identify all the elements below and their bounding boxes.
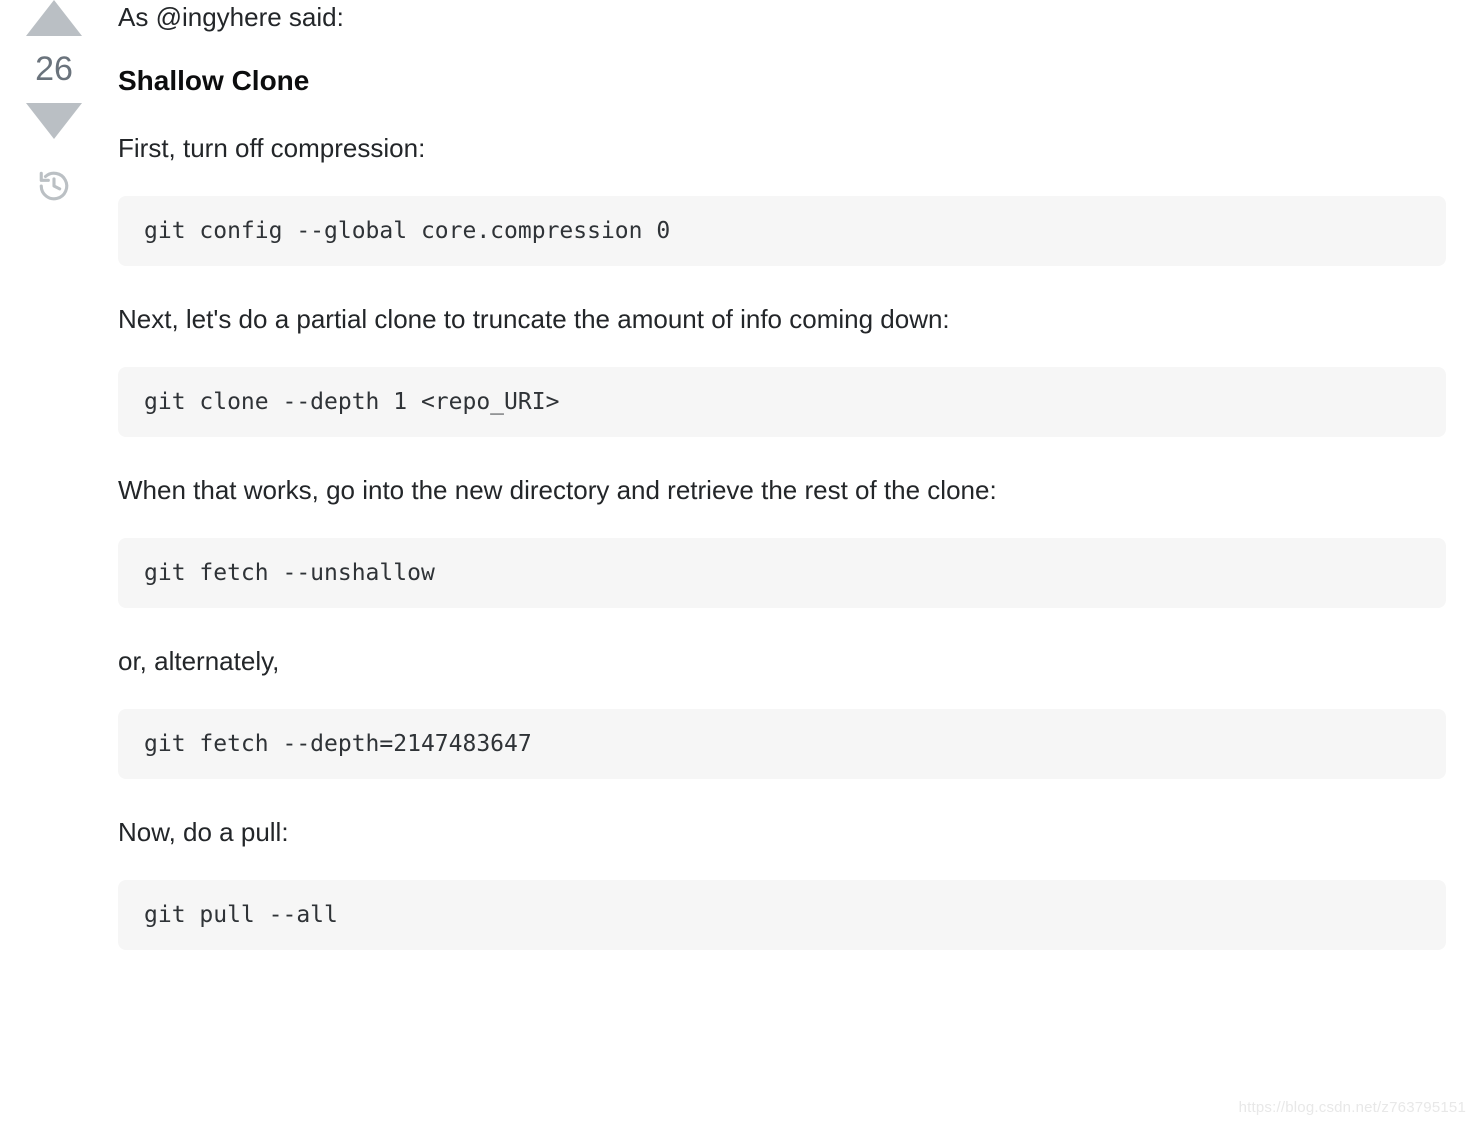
- para-retrieve-rest: When that works, go into the new directo…: [118, 471, 1446, 510]
- code-compression: git config --global core.compression 0: [144, 218, 670, 244]
- downvote-icon[interactable]: [26, 103, 82, 139]
- code-fetch-depth: git fetch --depth=2147483647: [144, 731, 532, 757]
- history-icon[interactable]: [37, 169, 71, 208]
- code-clone-depth: git clone --depth 1 <repo_URI>: [144, 389, 559, 415]
- code-block: git fetch --unshallow: [118, 538, 1446, 608]
- para-pull: Now, do a pull:: [118, 813, 1446, 852]
- watermark-text: https://blog.csdn.net/z763795151: [1239, 1099, 1466, 1116]
- code-block: git fetch --depth=2147483647: [118, 709, 1446, 779]
- code-unshallow: git fetch --unshallow: [144, 560, 435, 586]
- answer-body: As @ingyhere said: Shallow Clone First, …: [98, 0, 1446, 984]
- code-block: git pull --all: [118, 880, 1446, 950]
- intro-text: As @ingyhere said:: [118, 0, 1446, 37]
- code-block: git clone --depth 1 <repo_URI>: [118, 367, 1446, 437]
- para-alternately: or, alternately,: [118, 642, 1446, 681]
- section-heading: Shallow Clone: [118, 65, 1446, 97]
- code-block: git config --global core.compression 0: [118, 196, 1446, 266]
- para-partial-clone: Next, let's do a partial clone to trunca…: [118, 300, 1446, 339]
- vote-column: 26: [10, 0, 98, 208]
- code-pull-all: git pull --all: [144, 902, 338, 928]
- upvote-icon[interactable]: [26, 0, 82, 36]
- vote-count: 26: [35, 50, 73, 89]
- para-compression: First, turn off compression:: [118, 129, 1446, 168]
